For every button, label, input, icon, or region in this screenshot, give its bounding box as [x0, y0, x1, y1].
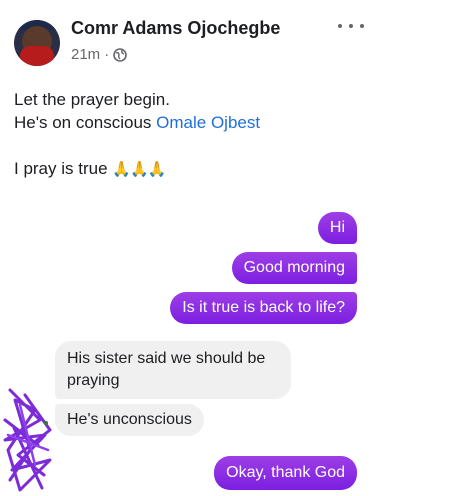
- chat-bubble-outgoing: Is it true is back to life?: [170, 292, 357, 324]
- chat-bubble-outgoing: Good morning: [231, 252, 357, 284]
- mention-link[interactable]: Omale Ojbest: [156, 113, 260, 132]
- post-time[interactable]: 21m: [71, 46, 100, 63]
- chat-bubble-incoming: His sister said we should be praying: [55, 341, 291, 399]
- post-line-3-text: I pray is true: [14, 159, 113, 178]
- post-line-1: Let the prayer begin.: [14, 90, 170, 109]
- globe-icon: [113, 47, 127, 62]
- post-meta: 21m ·: [71, 46, 127, 63]
- meta-separator: ·: [104, 46, 110, 63]
- more-options-icon[interactable]: [338, 18, 364, 34]
- praying-hands-emoji: 🙏🙏🙏: [112, 161, 166, 178]
- post-body: Let the prayer begin. He's on conscious …: [14, 88, 260, 180]
- chat-bubble-outgoing: Okay, thank God: [214, 456, 357, 490]
- author-avatar[interactable]: [14, 20, 60, 66]
- chat-bubble-outgoing: Hi: [317, 212, 357, 244]
- author-name[interactable]: Comr Adams Ojochegbe: [71, 18, 280, 39]
- post-header: Comr Adams Ojochegbe 21m ·: [0, 0, 472, 78]
- post-line-2-text: He's on conscious: [14, 113, 157, 132]
- post-line-3: I pray is true 🙏🙏🙏: [14, 157, 260, 180]
- redaction-scribble: [3, 388, 52, 492]
- post-blank-line: [14, 134, 260, 157]
- post-line-2: He's on conscious Omale Ojbest: [14, 111, 260, 134]
- chat-bubble-incoming: He's unconscious: [55, 404, 204, 436]
